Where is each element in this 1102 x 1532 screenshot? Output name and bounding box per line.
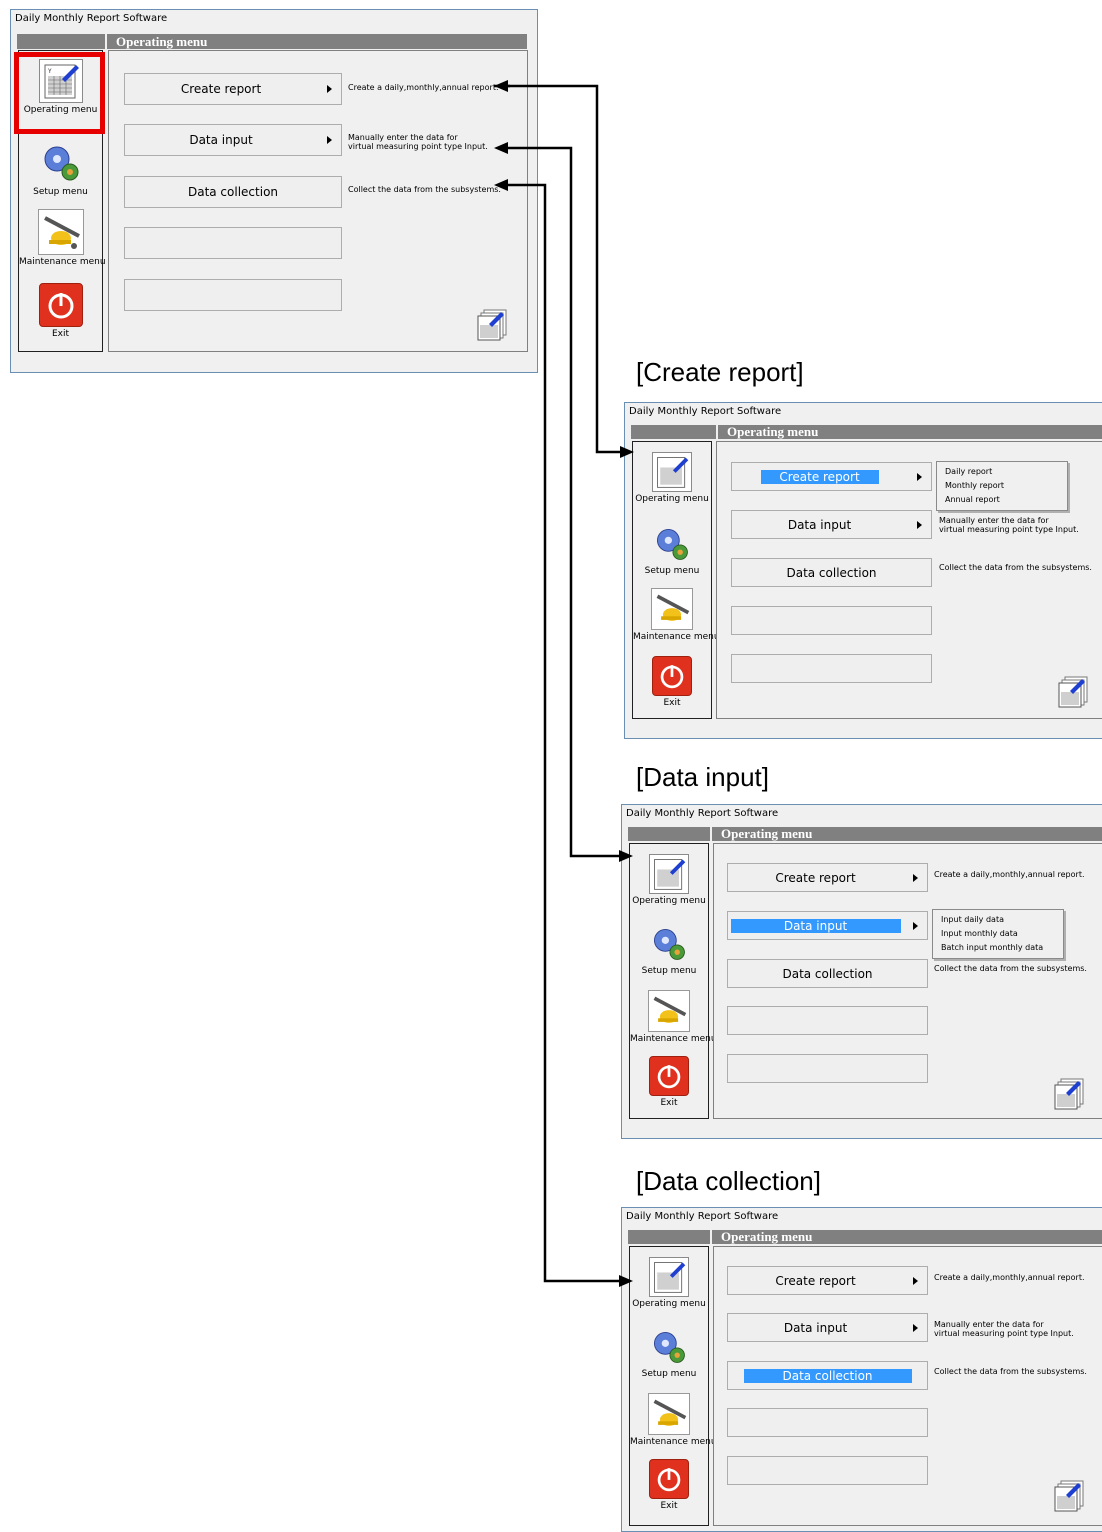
arrow-data-collection xyxy=(506,183,627,1283)
arrow-data-input xyxy=(506,146,627,858)
arrowhead-data-input-right xyxy=(619,850,633,862)
arrowhead-data-collection-left xyxy=(494,179,508,191)
arrowhead-data-input-left xyxy=(494,142,508,154)
arrowhead-create-report-left xyxy=(494,80,508,92)
arrowhead-create-report-right xyxy=(620,446,634,458)
arrow-create-report xyxy=(506,84,630,454)
connector-arrows xyxy=(494,80,634,1287)
arrowhead-data-collection-right xyxy=(619,1275,633,1287)
